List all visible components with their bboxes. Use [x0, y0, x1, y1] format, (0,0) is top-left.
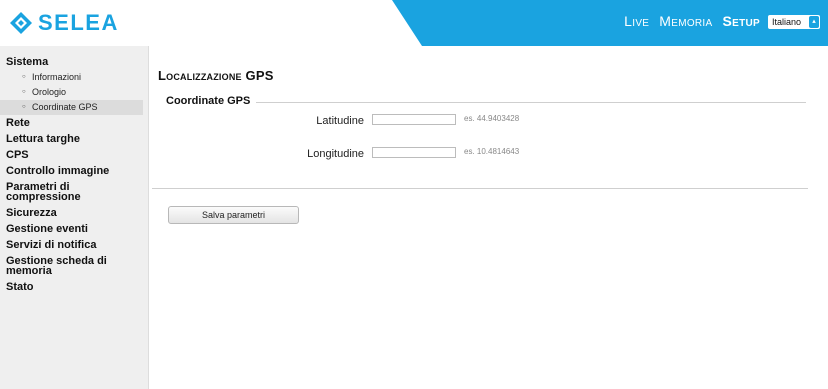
nav-setup[interactable]: Setup — [722, 13, 760, 29]
latitude-label: Latitudine — [316, 115, 364, 127]
logo-text: SELEA — [38, 10, 119, 35]
longitude-hint: es. 10.4814643 — [464, 147, 520, 156]
fieldset-divider — [166, 102, 806, 103]
subitem-label: Coordinate GPS — [32, 102, 98, 112]
sidebar-item-gestione-scheda-memoria[interactable]: Gestione scheda di memoria — [0, 253, 148, 279]
header: SELEA Live Memoria Setup Italiano ▴ — [0, 0, 828, 46]
sidebar-subitem-coordinate-gps[interactable]: Coordinate GPS — [0, 100, 143, 115]
sidebar-submenu-sistema: Informazioni Orologio Coordinate GPS — [0, 70, 148, 115]
chevron-updown-icon: ▴ — [809, 16, 819, 28]
selea-logo-icon — [10, 12, 32, 34]
subitem-label: Orologio — [32, 87, 67, 97]
logo[interactable]: SELEA — [10, 9, 119, 37]
subitem-label: Informazioni — [32, 72, 82, 82]
sidebar-menu: Sistema Informazioni Orologio Coordinate… — [0, 46, 148, 295]
latitude-input[interactable] — [372, 114, 456, 125]
main-content: Localizzazione GPS Coordinate GPS Latitu… — [148, 46, 828, 389]
sidebar-subitem-orologio[interactable]: Orologio — [0, 85, 148, 100]
page-title: Localizzazione GPS — [158, 68, 274, 83]
sidebar-item-stato[interactable]: Stato — [0, 279, 148, 295]
longitude-label: Longitudine — [307, 148, 364, 160]
sidebar-item-rete[interactable]: Rete — [0, 115, 148, 131]
save-button[interactable]: Salva parametri — [168, 206, 299, 224]
sidebar-item-servizi-notifica[interactable]: Servizi di notifica — [0, 237, 148, 253]
nav-memoria[interactable]: Memoria — [659, 13, 712, 29]
sidebar-item-parametri-compressione[interactable]: Parametri di compressione — [0, 179, 148, 205]
latitude-hint: es. 44.9403428 — [464, 114, 520, 123]
language-select-value: Italiano — [772, 17, 802, 27]
form-divider — [152, 188, 808, 189]
longitude-input[interactable] — [372, 147, 456, 158]
header-blue-band — [392, 0, 828, 46]
fieldset-legend: Coordinate GPS — [166, 95, 257, 107]
top-nav: Live Memoria Setup — [624, 13, 760, 29]
sidebar-item-cps[interactable]: CPS — [0, 147, 148, 163]
sidebar-item-controllo-immagine[interactable]: Controllo immagine — [0, 163, 148, 179]
sidebar-item-gestione-eventi[interactable]: Gestione eventi — [0, 221, 148, 237]
sidebar: Sistema Informazioni Orologio Coordinate… — [0, 46, 149, 389]
sidebar-subgroup: Informazioni Orologio Coordinate GPS — [0, 70, 148, 115]
sidebar-item-lettura-targhe[interactable]: Lettura targhe — [0, 131, 148, 147]
sidebar-item-sicurezza[interactable]: Sicurezza — [0, 205, 148, 221]
sidebar-item-sistema[interactable]: Sistema — [0, 54, 148, 70]
nav-live[interactable]: Live — [624, 13, 649, 29]
language-select[interactable]: Italiano ▴ — [768, 15, 820, 29]
sidebar-subitem-informazioni[interactable]: Informazioni — [0, 70, 148, 85]
